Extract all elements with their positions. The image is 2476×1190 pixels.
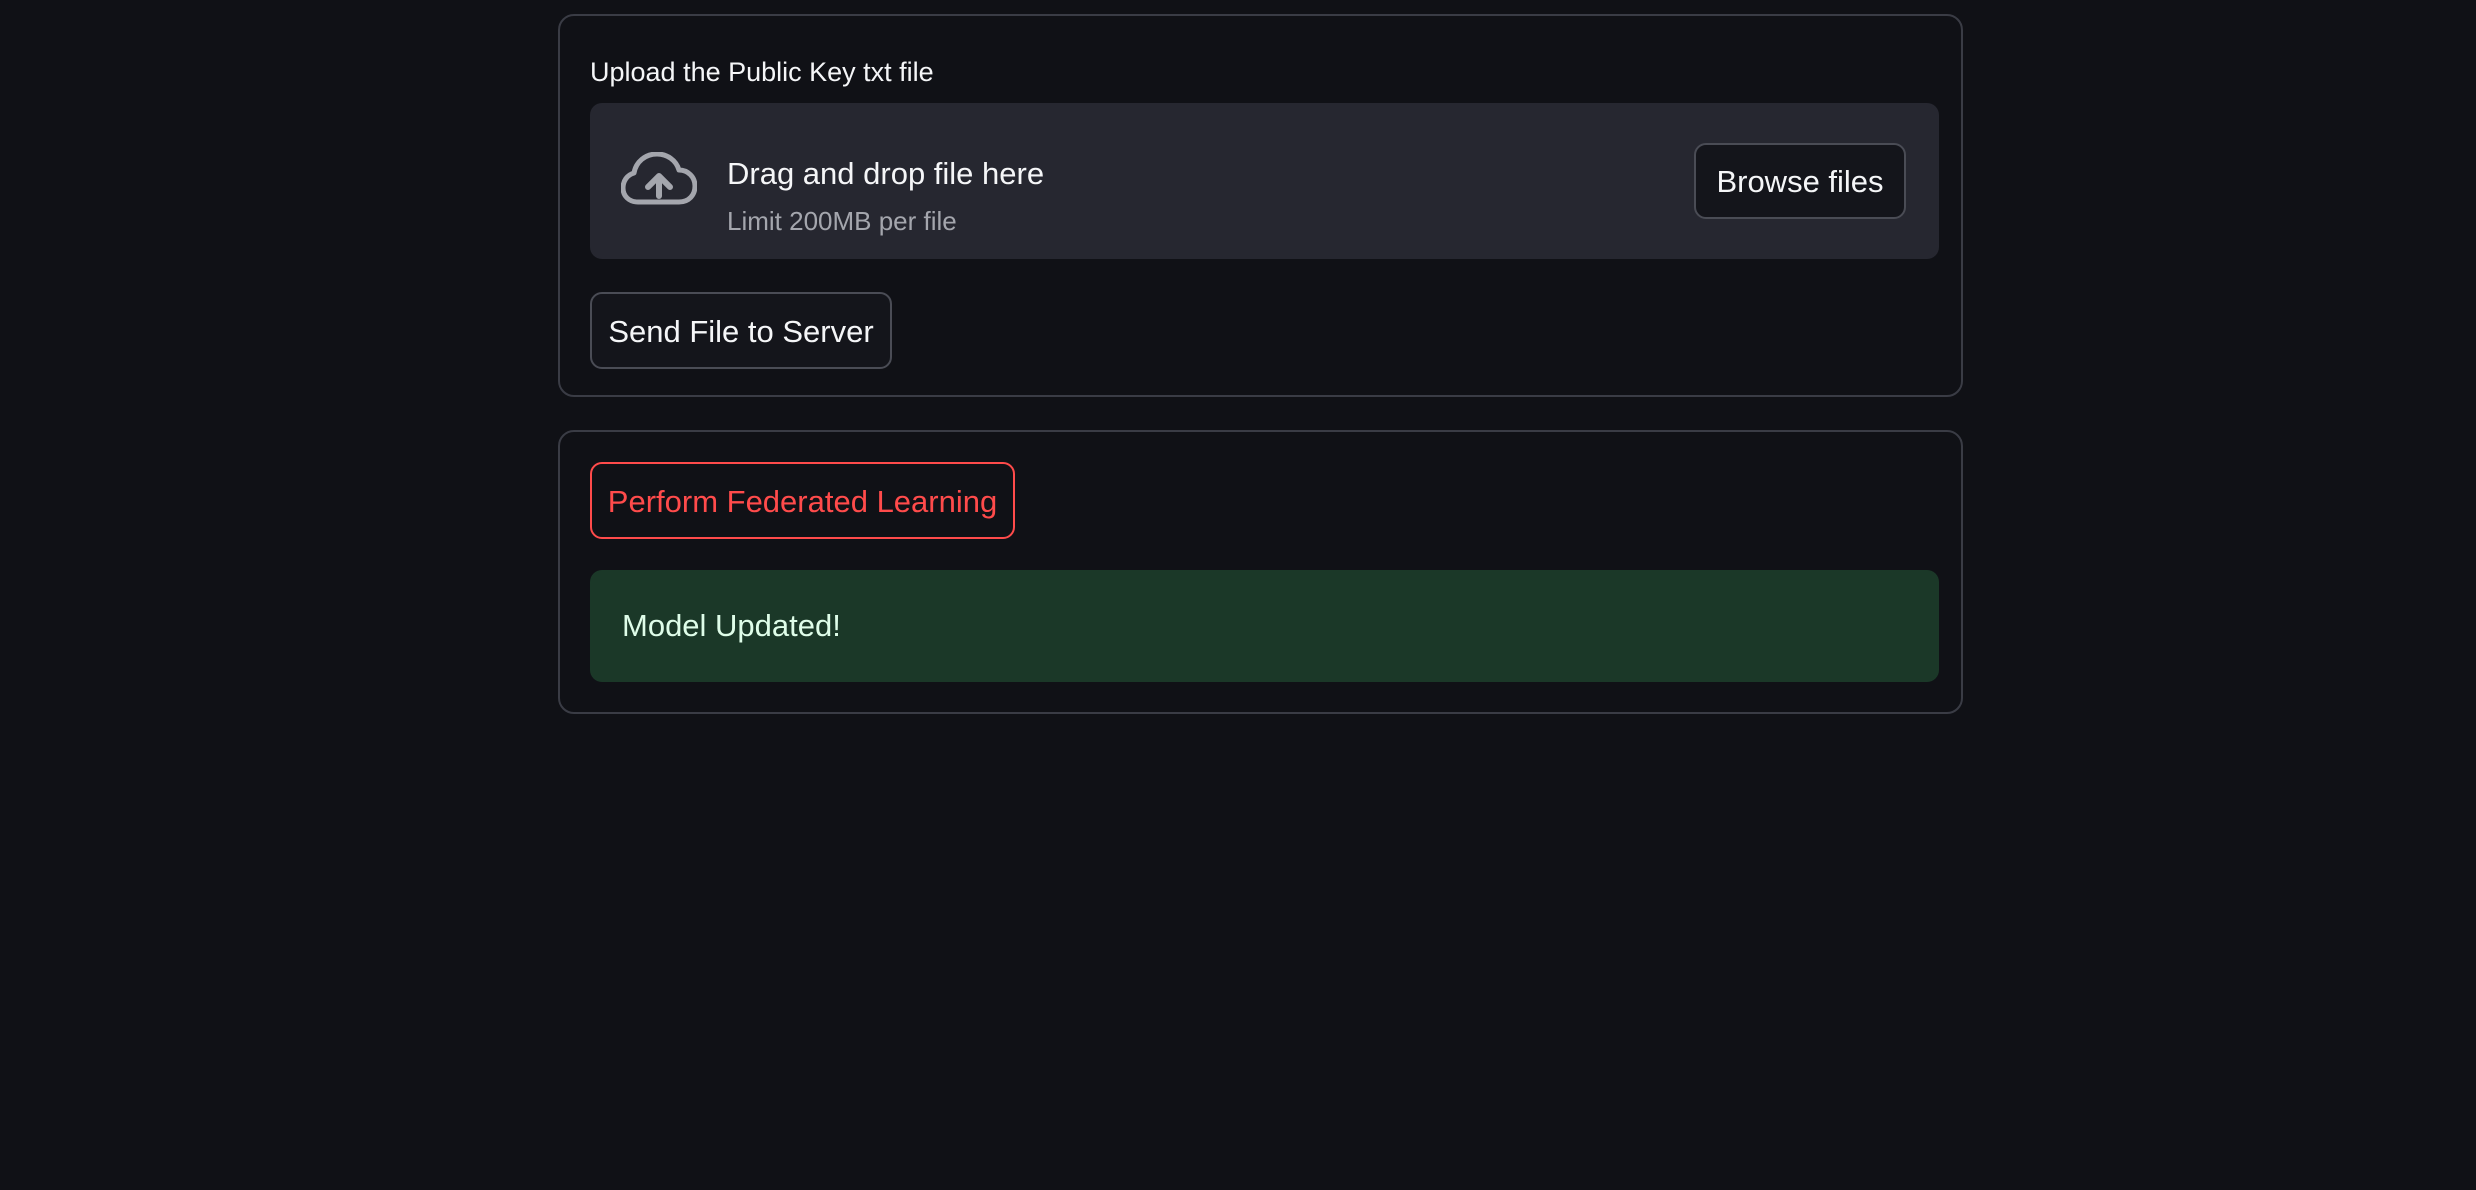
browse-files-button[interactable]: Browse files	[1694, 143, 1906, 219]
federated-learning-panel: Perform Federated Learning Model Updated…	[558, 430, 1963, 714]
file-dropzone[interactable]: Drag and drop file here Limit 200MB per …	[590, 103, 1939, 259]
file-uploader-label: Upload the Public Key txt file	[590, 57, 934, 87]
send-file-to-server-button[interactable]: Send File to Server	[590, 292, 892, 369]
success-alert: Model Updated!	[590, 570, 1939, 682]
cloud-upload-icon	[621, 152, 697, 205]
perform-federated-learning-button[interactable]: Perform Federated Learning	[590, 462, 1015, 539]
dropzone-title: Drag and drop file here	[727, 156, 1045, 191]
upload-panel: Upload the Public Key txt file Drag and …	[558, 14, 1963, 397]
app-page: Upload the Public Key txt file Drag and …	[0, 0, 2476, 1190]
upload-size-limit: Limit 200MB per file	[727, 206, 957, 236]
success-message: Model Updated!	[622, 608, 841, 643]
